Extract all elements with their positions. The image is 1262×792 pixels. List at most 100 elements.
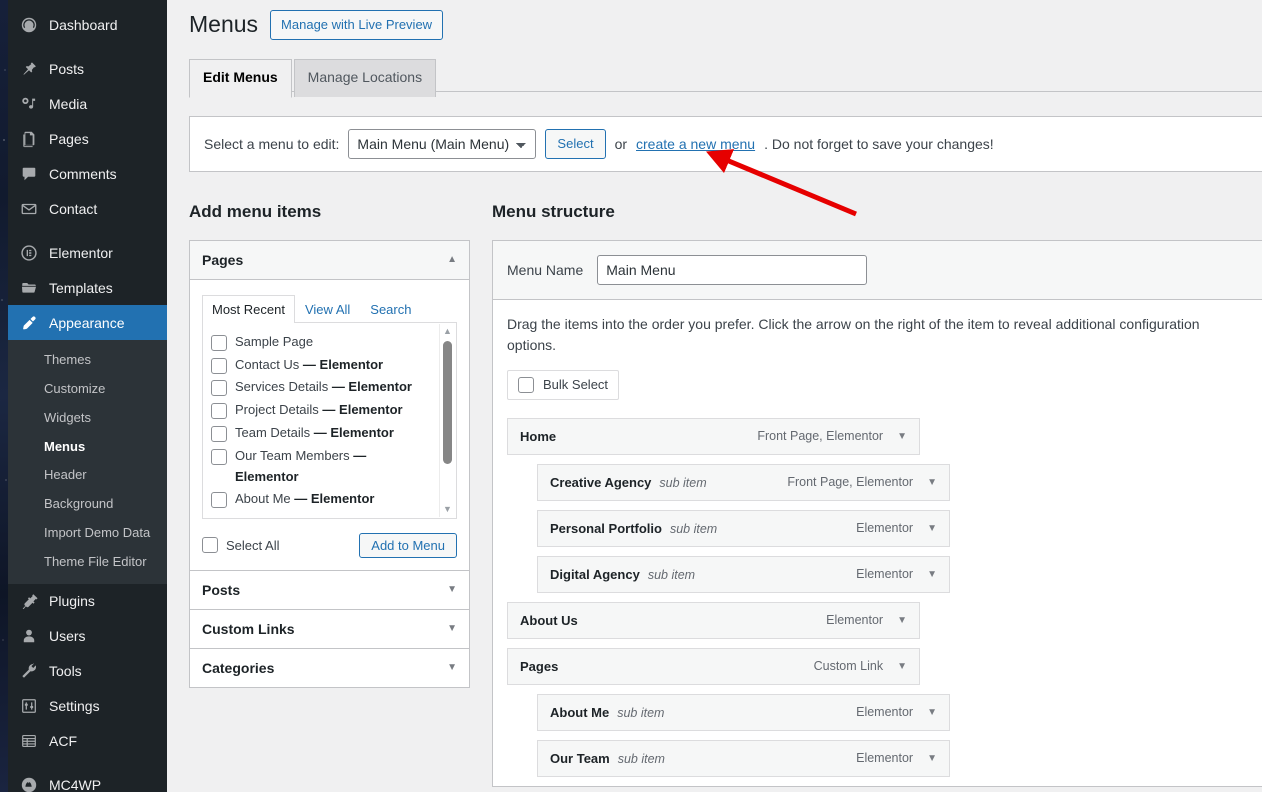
- menu-item-creative-agency[interactable]: Creative Agency sub item Front Page, Ele…: [537, 464, 950, 501]
- sidebar-item-pages[interactable]: Pages: [8, 121, 167, 156]
- checkbox[interactable]: [211, 426, 227, 442]
- submenu-item-background[interactable]: Background: [8, 490, 167, 519]
- manage-with-live-preview-button[interactable]: Manage with Live Preview: [270, 10, 443, 40]
- chevron-up-icon[interactable]: ▲: [447, 255, 457, 265]
- menu-item-our-team[interactable]: Our Team sub item Elementor ▼: [537, 740, 950, 777]
- sidebar-item-contact[interactable]: Contact: [8, 191, 167, 226]
- list-item[interactable]: Services Details — Elementor: [211, 376, 448, 399]
- pages-list-scrollbar[interactable]: ▲ ▼: [439, 324, 455, 517]
- chevron-down-icon[interactable]: ▼: [927, 753, 937, 764]
- menu-item-personal-portfolio[interactable]: Personal Portfolio sub item Elementor ▼: [537, 510, 950, 547]
- chevron-down-icon[interactable]: ▼: [447, 585, 457, 595]
- chevron-down-icon[interactable]: ▼: [927, 477, 937, 488]
- sidebar-item-media[interactable]: Media: [8, 86, 167, 121]
- menu-item-about-us[interactable]: About Us Elementor ▼: [507, 602, 920, 639]
- bulk-select-control[interactable]: Bulk Select: [507, 370, 619, 400]
- chevron-down-icon[interactable]: ▼: [897, 615, 907, 626]
- list-item[interactable]: Contact Us — Elementor: [211, 354, 448, 377]
- select-all-checkbox[interactable]: [202, 537, 218, 553]
- posts-panel-header[interactable]: Posts ▼: [190, 571, 469, 609]
- custom-links-panel-header[interactable]: Custom Links ▼: [190, 610, 469, 648]
- elementor-icon: [19, 243, 39, 263]
- sidebar-item-acf[interactable]: ACF: [8, 724, 167, 759]
- select-all-label: Select All: [226, 538, 279, 553]
- sidebar-item-label: Comments: [49, 167, 117, 181]
- chevron-down-icon[interactable]: ▼: [897, 431, 907, 442]
- chevron-down-icon[interactable]: ▼: [447, 624, 457, 634]
- list-item[interactable]: Team Details — Elementor: [211, 422, 448, 445]
- list-item[interactable]: Project Details — Elementor: [211, 399, 448, 422]
- chevron-down-icon[interactable]: ▼: [447, 663, 457, 673]
- submenu-item-customize[interactable]: Customize: [8, 375, 167, 404]
- select-button[interactable]: Select: [545, 129, 605, 159]
- menu-structure-heading: Menu structure: [492, 200, 1262, 224]
- tab-search[interactable]: Search: [360, 295, 421, 323]
- pages-checklist[interactable]: Sample Page Contact Us — Elementor Servi…: [202, 323, 457, 519]
- scroll-up-arrow-icon[interactable]: ▲: [443, 324, 452, 339]
- menu-item-title-group: Home: [520, 429, 564, 444]
- checkbox[interactable]: [211, 380, 227, 396]
- menu-item-name: About Me: [550, 705, 609, 720]
- scroll-down-arrow-icon[interactable]: ▼: [443, 502, 452, 517]
- list-item[interactable]: About Me — Elementor: [211, 488, 448, 511]
- sidebar-item-mc4wp[interactable]: MC4WP: [8, 768, 167, 792]
- checkbox[interactable]: [211, 403, 227, 419]
- menu-item-pages[interactable]: Pages Custom Link ▼: [507, 648, 920, 685]
- sidebar-item-settings[interactable]: Settings: [8, 689, 167, 724]
- list-item[interactable]: Sample Page: [211, 331, 448, 354]
- menu-name-input[interactable]: [597, 255, 867, 285]
- sidebar-item-templates[interactable]: Templates: [8, 270, 167, 305]
- tab-manage-locations[interactable]: Manage Locations: [294, 59, 436, 97]
- plug-icon: [19, 591, 39, 611]
- list-item-label: Contact Us — Elementor: [235, 355, 383, 376]
- checkbox[interactable]: [211, 335, 227, 351]
- checkbox[interactable]: [211, 449, 227, 465]
- menu-item-home[interactable]: Home Front Page, Elementor ▼: [507, 418, 920, 455]
- sidebar-item-tools[interactable]: Tools: [8, 654, 167, 689]
- menu-item-digital-agency[interactable]: Digital Agency sub item Elementor ▼: [537, 556, 950, 593]
- pages-panel-header[interactable]: Pages ▲: [190, 241, 469, 280]
- chevron-down-icon[interactable]: ▼: [927, 569, 937, 580]
- sidebar-item-appearance[interactable]: Appearance: [8, 305, 167, 340]
- menu-item-type: Front Page, Elementor: [757, 429, 883, 443]
- chevron-down-icon[interactable]: ▼: [927, 707, 937, 718]
- tab-view-all[interactable]: View All: [295, 295, 360, 323]
- chevron-down-icon[interactable]: ▼: [897, 661, 907, 672]
- menu-structure-body: Drag the items into the order you prefer…: [493, 300, 1262, 777]
- submenu-item-menus[interactable]: Menus: [8, 433, 167, 462]
- menu-select-dropdown[interactable]: Main Menu (Main Menu): [348, 129, 536, 159]
- categories-panel-header[interactable]: Categories ▼: [190, 649, 469, 687]
- add-menu-items-column: Add menu items Pages ▲ Most Recent View …: [189, 200, 470, 787]
- checkbox[interactable]: [211, 492, 227, 508]
- sidebar-item-users[interactable]: Users: [8, 619, 167, 654]
- bulk-select-label: Bulk Select: [543, 377, 608, 392]
- submenu-item-theme-file-editor[interactable]: Theme File Editor: [8, 548, 167, 577]
- sidebar-item-posts[interactable]: Posts: [8, 51, 167, 86]
- tab-most-recent[interactable]: Most Recent: [202, 295, 295, 323]
- sidebar-item-plugins[interactable]: Plugins: [8, 584, 167, 619]
- sidebar-item-elementor[interactable]: Elementor: [8, 235, 167, 270]
- bulk-select-checkbox[interactable]: [518, 377, 534, 393]
- submenu-item-widgets[interactable]: Widgets: [8, 404, 167, 433]
- menu-item-title-group: Personal Portfolio sub item: [550, 521, 717, 536]
- menu-name-row: Menu Name: [493, 241, 1262, 300]
- submenu-item-header[interactable]: Header: [8, 461, 167, 490]
- create-a-new-menu-link[interactable]: create a new menu: [636, 136, 755, 152]
- chevron-down-icon[interactable]: ▼: [927, 523, 937, 534]
- list-item-label: Sample Page: [235, 332, 313, 353]
- sidebar-item-dashboard[interactable]: Dashboard: [8, 7, 167, 42]
- scrollbar-thumb[interactable]: [443, 341, 452, 464]
- submenu-item-import-demo-data[interactable]: Import Demo Data: [8, 519, 167, 548]
- sidebar-item-label: MC4WP: [49, 778, 101, 792]
- select-all-control[interactable]: Select All: [202, 537, 279, 553]
- add-to-menu-button[interactable]: Add to Menu: [359, 533, 457, 558]
- submenu-item-themes[interactable]: Themes: [8, 346, 167, 375]
- pages-panel-tabs: Most Recent View All Search: [202, 294, 457, 323]
- mc4wp-icon: [19, 775, 39, 792]
- list-item[interactable]: Our Team Members — Elementor: [211, 445, 448, 489]
- checkbox[interactable]: [211, 358, 227, 374]
- tab-edit-menus[interactable]: Edit Menus: [189, 59, 292, 98]
- menu-item-about-me[interactable]: About Me sub item Elementor ▼: [537, 694, 950, 731]
- menu-item-meta: Front Page, Elementor ▼: [787, 475, 937, 489]
- sidebar-item-comments[interactable]: Comments: [8, 156, 167, 191]
